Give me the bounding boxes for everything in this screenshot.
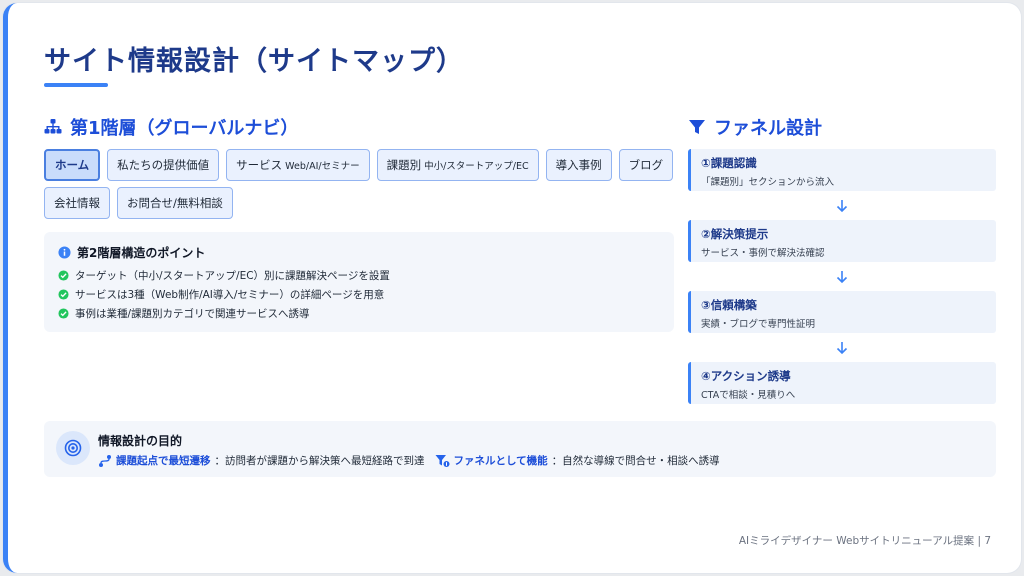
route-icon: [99, 454, 111, 467]
info-icon: [58, 246, 71, 259]
nav-item-services[interactable]: サービス Web/AI/セミナー: [226, 149, 370, 181]
list-item: 事例は業種/課題別カテゴリで関連サービスへ誘導: [58, 304, 660, 323]
arrow-down-icon: [836, 341, 848, 354]
point-text: サービスは3種（Web制作/AI導入/セミナー）の詳細ページを用意: [75, 289, 385, 301]
funnel-step-title: ①課題認識: [701, 156, 757, 170]
check-circle-icon: [58, 289, 69, 300]
funnel-step: ①課題認識 「課題別」セクションから流入: [688, 149, 996, 191]
arrow-down-icon: [836, 199, 848, 212]
nav-item-blog[interactable]: ブログ: [618, 149, 674, 181]
nav-item-company[interactable]: 会社情報: [44, 187, 110, 219]
purpose-icon-badge: [56, 431, 90, 465]
funnel-step: ③信頼構築 実績・ブログで専門性証明: [688, 291, 996, 333]
purpose-item-text: ：自然な導線で問合せ・相談へ誘導: [551, 455, 720, 467]
check-circle-icon: [58, 308, 69, 319]
funnel-arrow: [688, 262, 996, 291]
nav-item-cases[interactable]: 導入事例: [545, 149, 612, 181]
nav-item-label: サービス: [236, 158, 283, 172]
point-text: ターゲット（中小/スタートアップ/EC）別に課題解決ページを設置: [75, 270, 390, 282]
funnel-step-title: ③信頼構築: [701, 298, 757, 312]
structure-points-box: 第2階層構造のポイント ターゲット（中小/スタートアップ/EC）別に課題解決ペー…: [44, 232, 674, 332]
global-nav-heading: 第1階層（グローバルナビ）: [44, 114, 298, 140]
purpose-item-key: ファネルとして機能: [453, 455, 548, 467]
funnel-steps: ①課題認識 「課題別」セクションから流入 ②解決策提示 サービス・事例で解決法確…: [688, 149, 996, 404]
funnel-step-title: ②解決策提示: [701, 227, 769, 241]
global-nav-heading-text: 第1階層（グローバルナビ）: [70, 118, 299, 139]
funnel-icon: [689, 120, 705, 134]
nav-item-sublabel: 中小/スタートアップ/EC: [424, 161, 529, 172]
nav-item-value[interactable]: 私たちの提供価値: [107, 149, 220, 181]
purpose-items: 課題起点で最短遷移 ：訪問者が課題から解決策へ最短経路で到達 ファネルとして機能…: [98, 453, 720, 468]
nav-item-label: ホーム: [55, 158, 90, 172]
arrow-down-icon: [836, 270, 848, 283]
nav-item-by-issue[interactable]: 課題別 中小/スタートアップ/EC: [376, 149, 539, 181]
funnel-step: ②解決策提示 サービス・事例で解決法確認: [688, 220, 996, 262]
point-text: 事例は業種/課題別カテゴリで関連サービスへ誘導: [75, 308, 310, 320]
funnel-heading-text: ファネル設計: [714, 118, 822, 139]
target-icon: [64, 439, 82, 457]
nav-item-label: お問合せ/無料相談: [127, 196, 223, 210]
purpose-item: 課題起点で最短遷移 ：訪問者が課題から解決策へ最短経路で到達: [98, 453, 425, 468]
page-title: サイト情報設計（サイトマップ）: [44, 46, 464, 77]
structure-points-title: 第2階層構造のポイント: [77, 246, 206, 260]
funnel-heading: ファネル設計: [688, 114, 822, 140]
funnel-arrow: [688, 191, 996, 220]
nav-item-sublabel: Web/AI/セミナー: [285, 161, 360, 172]
funnel-step-desc: 「課題別」セクションから流入: [701, 177, 835, 188]
global-nav-list: ホーム 私たちの提供価値 サービス Web/AI/セミナー 課題別 中小/スター…: [44, 149, 674, 219]
funnel-step: ④アクション誘導 CTAで相談・見積りへ: [688, 362, 996, 404]
list-item: サービスは3種（Web制作/AI導入/セミナー）の詳細ページを用意: [58, 285, 660, 304]
nav-item-contact[interactable]: お問合せ/無料相談: [117, 187, 233, 219]
purpose-box: 情報設計の目的 課題起点で最短遷移 ：訪問者が課題から解決策へ最短経路で到達 フ…: [44, 421, 996, 477]
purpose-item-text: ：訪問者が課題から解決策へ最短経路で到達: [214, 455, 425, 467]
funnel-dollar-icon: [435, 454, 449, 467]
check-circle-icon: [58, 270, 69, 281]
nav-item-home[interactable]: ホーム: [44, 149, 101, 181]
nav-item-label: 私たちの提供価値: [117, 158, 210, 172]
footer-text: AIミライデザイナー Webサイトリニューアル提案 | 7: [738, 535, 991, 547]
structure-points-heading: 第2階層構造のポイント: [58, 244, 660, 261]
funnel-arrow: [688, 333, 996, 362]
purpose-item: ファネルとして機能 ：自然な導線で問合せ・相談へ誘導: [435, 453, 720, 468]
list-item: ターゲット（中小/スタートアップ/EC）別に課題解決ページを設置: [58, 266, 660, 285]
nav-item-label: 会社情報: [54, 196, 100, 210]
sitemap-icon: [44, 119, 62, 134]
purpose-title: 情報設計の目的: [98, 434, 183, 448]
funnel-step-title: ④アクション誘導: [701, 369, 791, 383]
nav-item-label: 導入事例: [555, 158, 602, 172]
purpose-item-key: 課題起点で最短遷移: [116, 455, 211, 467]
nav-item-label: 課題別: [386, 158, 422, 172]
slide: サイト情報設計（サイトマップ） 第1階層（グローバルナビ） ホーム 私たちの提供…: [3, 3, 1021, 573]
funnel-step-desc: 実績・ブログで専門性証明: [701, 319, 816, 330]
nav-item-label: ブログ: [628, 158, 664, 172]
funnel-step-desc: サービス・事例で解決法確認: [701, 248, 825, 259]
funnel-step-desc: CTAで相談・見積りへ: [701, 390, 796, 401]
title-underline: [44, 83, 108, 87]
